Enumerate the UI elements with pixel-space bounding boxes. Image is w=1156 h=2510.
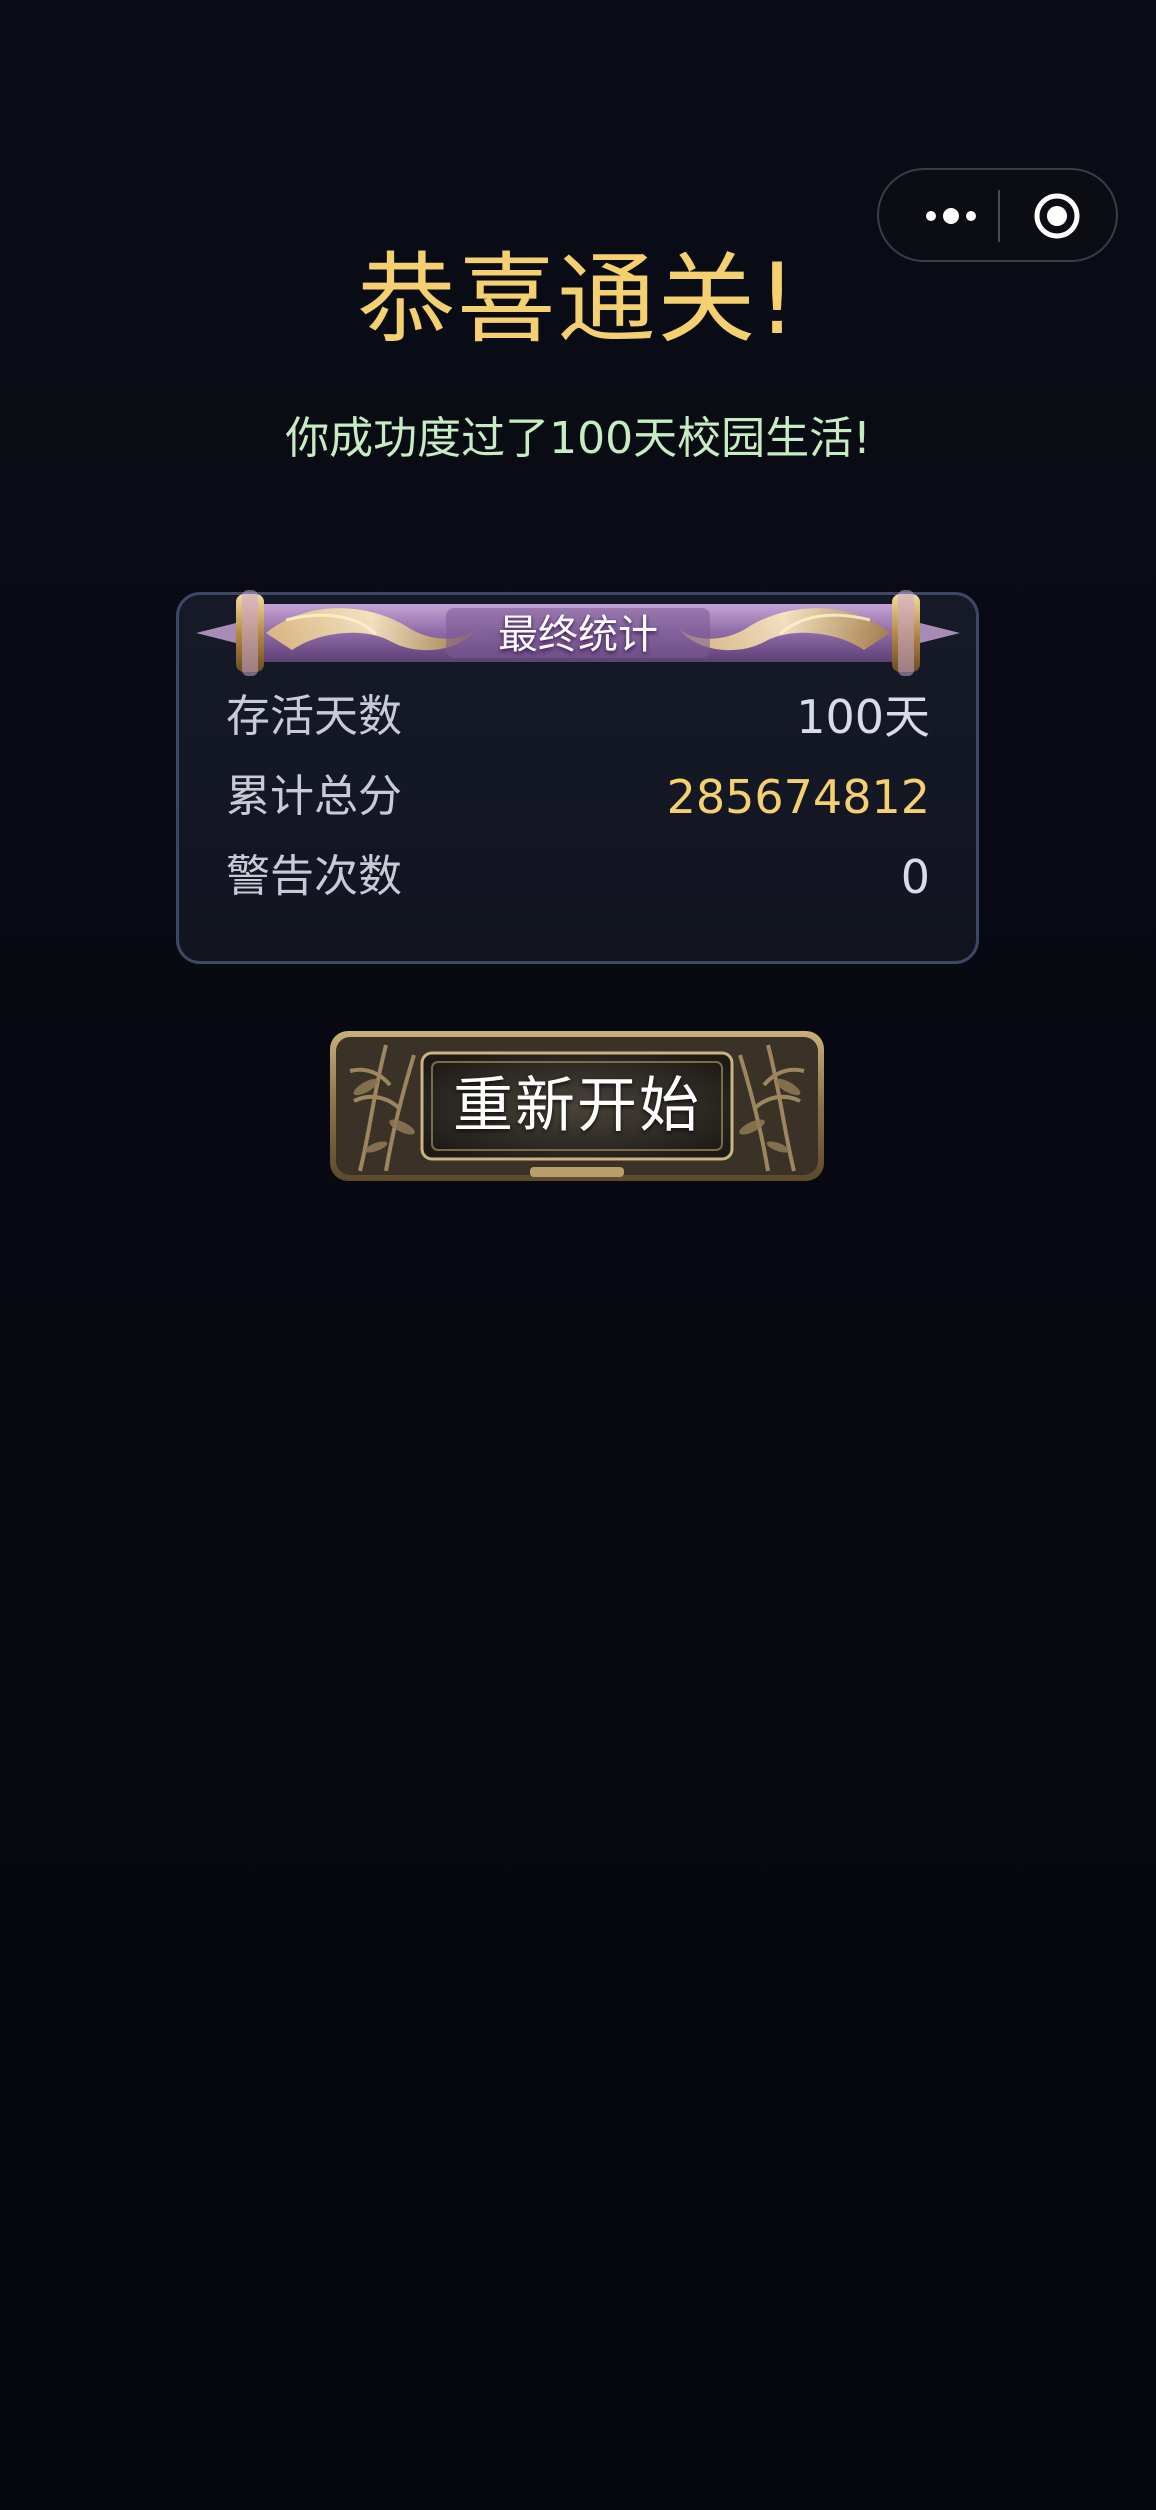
stat-value: 285674812 — [666, 770, 930, 824]
stat-value: 0 — [900, 850, 930, 904]
restart-button[interactable]: 重新开始 — [330, 1031, 824, 1181]
page-title: 恭喜通关! — [357, 243, 799, 357]
stat-row-warning-count: 警告次数 0 — [226, 842, 930, 912]
page-subtitle: 你成功度过了100天校园生活! — [285, 413, 871, 464]
stat-row-total-score: 累计总分 285674812 — [226, 762, 930, 832]
stats-banner-title: 最终统计 — [498, 612, 658, 658]
stat-label: 警告次数 — [226, 851, 402, 902]
stat-label: 存活天数 — [226, 691, 402, 742]
restart-button-label: 重新开始 — [453, 1071, 701, 1141]
stat-row-survival-days: 存活天数 100天 — [226, 682, 930, 752]
stat-value: 100天 — [796, 690, 930, 744]
stat-label: 累计总分 — [226, 771, 402, 822]
